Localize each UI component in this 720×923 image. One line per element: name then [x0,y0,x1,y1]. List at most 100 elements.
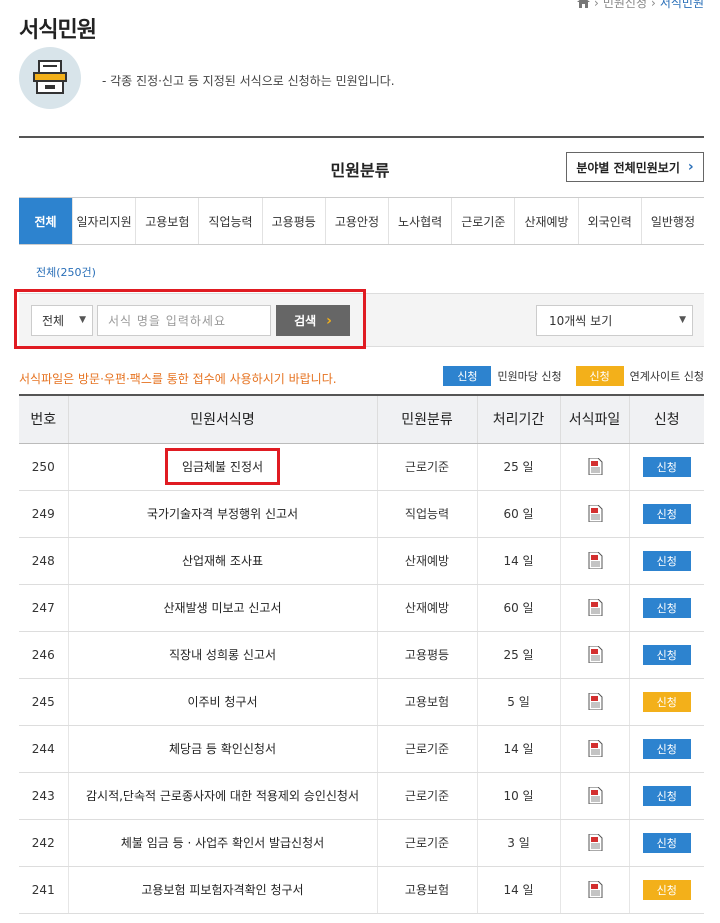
row-period: 14 일 [477,866,561,914]
row-file [560,819,630,867]
row-file [560,443,630,491]
tab-labor-standards[interactable]: 근로기준 [452,198,516,244]
col-header-category: 민원분류 [377,394,478,444]
row-period: 60 일 [477,584,561,632]
table-row: 249 국가기술자격 부정행위 신고서 직업능력 60 일 신청 [19,490,704,538]
view-all-by-field-button[interactable]: 분야별 전체민원보기 › [566,152,704,182]
page-intro: - 각종 진정·신고 등 지정된 서식으로 신청하는 민원입니다. [102,74,395,88]
row-file [560,537,630,585]
row-period: 5 일 [477,678,561,726]
form-name-link[interactable]: 국가기술자격 부정행위 신고서 [147,507,298,521]
apply-button[interactable]: 신청 [642,550,691,571]
document-file-icon[interactable] [587,646,603,663]
apply-legend: 신청 민원마당 신청 신청 연계사이트 신청 [443,366,704,386]
row-category: 고용평등 [377,631,478,679]
table-row: 241 고용보험 피보험자격확인 청구서 고용보험 14 일 신청 [19,866,704,914]
form-name-cell: 이주비 청구서 [68,678,378,726]
form-name-link[interactable]: 고용보험 피보험자격확인 청구서 [141,883,303,897]
form-name-cell: 체당금 등 확인신청서 [68,725,378,773]
row-apply: 신청 [629,866,704,914]
table-header: 번호 민원서식명 민원분류 처리기간 서식파일 신청 [19,394,704,444]
tab-employment-insurance[interactable]: 고용보험 [136,198,200,244]
document-file-icon[interactable] [587,693,603,710]
form-name-link-highlighted[interactable]: 임금체불 진정서 [164,448,281,485]
row-number: 250 [19,443,69,491]
row-apply: 신청 [629,443,704,491]
tab-labor-cooperation[interactable]: 노사협력 [389,198,453,244]
row-apply: 신청 [629,537,704,585]
document-file-icon[interactable] [587,740,603,757]
apply-button[interactable]: 신청 [642,738,691,759]
row-file [560,678,630,726]
row-apply: 신청 [629,631,704,679]
document-file-icon[interactable] [587,834,603,851]
tab-vocational-skills[interactable]: 직업능력 [199,198,263,244]
result-count: 전체(250건) [36,266,96,279]
apply-button[interactable]: 신청 [642,597,691,618]
col-header-apply: 신청 [629,394,704,444]
table-row: 246 직장내 성희롱 신고서 고용평등 25 일 신청 [19,631,704,679]
tab-foreign-workforce[interactable]: 외국인력 [579,198,642,244]
tab-job-support[interactable]: 일자리지원 [73,198,137,244]
document-file-icon[interactable] [587,599,603,616]
form-name-cell: 산업재해 조사표 [68,537,378,585]
row-apply: 신청 [629,678,704,726]
col-header-no: 번호 [19,394,69,444]
form-name-link[interactable]: 감시적,단속적 근로종사자에 대한 적용제외 승인신청서 [86,789,359,803]
row-file [560,866,630,914]
form-name-link[interactable]: 산업재해 조사표 [182,554,263,568]
row-number: 241 [19,866,69,914]
row-number: 245 [19,678,69,726]
view-all-by-field-label: 분야별 전체민원보기 [576,160,680,175]
row-category: 근로기준 [377,443,478,491]
breadcrumb-item-apply[interactable]: 민원신청 [603,0,647,11]
apply-button[interactable]: 신청 [642,879,691,900]
form-name-link[interactable]: 산재발생 미보고 신고서 [163,601,281,615]
apply-button[interactable]: 신청 [642,691,691,712]
legend-yellow-badge: 신청 [575,366,624,386]
legend-blue-text: 민원마당 신청 [497,370,562,383]
tab-general-admin[interactable]: 일반행정 [642,198,704,244]
caret-down-icon: ▼ [679,315,686,325]
apply-button[interactable]: 신청 [642,456,691,477]
form-name-link[interactable]: 체불 임금 등 · 사업주 확인서 발급신청서 [121,836,324,850]
row-number: 246 [19,631,69,679]
document-file-icon[interactable] [587,881,603,898]
category-tabs: 전체 일자리지원 고용보험 직업능력 고용평등 고용안정 노사협력 근로기준 산… [19,197,704,245]
row-period: 14 일 [477,725,561,773]
row-period: 60 일 [477,490,561,538]
document-file-icon[interactable] [587,552,603,569]
apply-button[interactable]: 신청 [642,832,691,853]
document-file-icon[interactable] [587,787,603,804]
chevron-right-icon: › [687,159,694,175]
apply-button[interactable]: 신청 [642,785,691,806]
page-size-select[interactable]: 10개씩 보기 ▼ [536,305,693,336]
form-name-cell: 직장내 성희롱 신고서 [68,631,378,679]
breadcrumb-item-current: 서식민원 [659,0,704,10]
row-file [560,772,630,820]
row-period: 25 일 [477,443,561,491]
row-number: 247 [19,584,69,632]
tab-employment-stability[interactable]: 고용안정 [326,198,390,244]
tab-accident-prevention[interactable]: 산재예방 [515,198,579,244]
apply-button[interactable]: 신청 [642,644,691,665]
row-period: 10 일 [477,772,561,820]
home-icon[interactable] [577,0,591,8]
row-number: 249 [19,490,69,538]
form-name-link[interactable]: 직장내 성희롱 신고서 [169,648,276,662]
tab-employment-equality[interactable]: 고용평등 [263,198,326,244]
table-row: 244 체당금 등 확인신청서 근로기준 14 일 신청 [19,725,704,773]
apply-button[interactable]: 신청 [642,503,691,524]
legend-blue-badge: 신청 [443,366,492,386]
tab-all[interactable]: 전체 [19,198,73,244]
page-title: 서식민원 [19,18,97,43]
col-header-name: 민원서식명 [68,394,378,444]
row-file [560,631,630,679]
document-file-icon[interactable] [587,505,603,522]
form-name-link[interactable]: 체당금 등 확인신청서 [169,742,276,756]
row-category: 근로기준 [377,819,478,867]
breadcrumb: › 민원신청 › 서식민원 [577,0,704,11]
table-row: 242 체불 임금 등 · 사업주 확인서 발급신청서 근로기준 3 일 신청 [19,819,704,867]
document-file-icon[interactable] [587,458,603,475]
form-name-link[interactable]: 이주비 청구서 [187,695,257,709]
